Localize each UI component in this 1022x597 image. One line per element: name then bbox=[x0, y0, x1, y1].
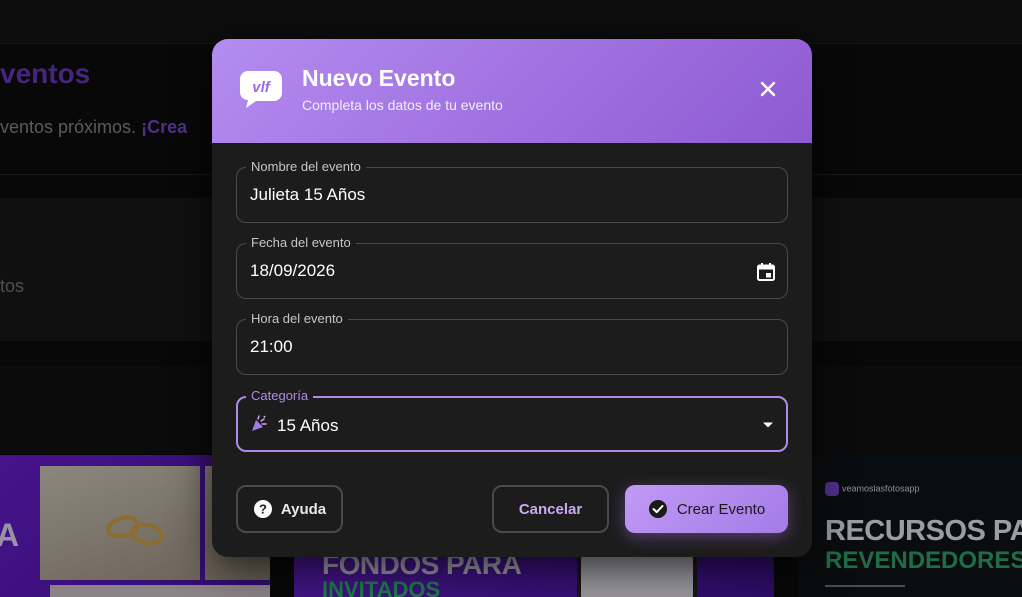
event-date-field[interactable]: Fecha del evento 18/09/2026 bbox=[236, 235, 788, 299]
category-label: Categoría bbox=[246, 388, 314, 404]
help-button-label: Ayuda bbox=[280, 500, 327, 518]
dialog-subtitle: Completa los datos de tu evento bbox=[302, 97, 503, 113]
event-time-field[interactable]: Hora del evento 21:00 bbox=[236, 311, 788, 375]
check-circle-icon bbox=[648, 500, 667, 518]
chevron-down-icon[interactable] bbox=[762, 421, 774, 429]
create-event-button[interactable]: Crear Evento bbox=[625, 485, 788, 533]
close-icon[interactable] bbox=[752, 73, 784, 105]
create-event-button-label: Crear Evento bbox=[676, 500, 766, 518]
event-name-input[interactable]: Julieta 15 Años bbox=[250, 185, 365, 205]
svg-text:vlf: vlf bbox=[252, 79, 272, 96]
event-name-field[interactable]: Nombre del evento Julieta 15 Años bbox=[236, 159, 788, 223]
event-time-input[interactable]: 21:00 bbox=[250, 337, 293, 357]
party-popper-icon bbox=[252, 415, 267, 431]
event-date-input[interactable]: 18/09/2026 bbox=[250, 261, 335, 281]
category-value: 15 Años bbox=[277, 416, 339, 435]
event-name-label: Nombre del evento bbox=[246, 159, 366, 175]
dialog-title: Nuevo Evento bbox=[302, 65, 456, 91]
event-time-label: Hora del evento bbox=[246, 311, 348, 327]
category-select[interactable]: Categoría 15 Años bbox=[236, 388, 788, 452]
new-event-dialog: vlf Nuevo Evento Completa los datos de t… bbox=[212, 39, 812, 557]
help-button[interactable]: ? Ayuda bbox=[236, 485, 343, 533]
event-date-label: Fecha del evento bbox=[246, 235, 356, 251]
calendar-icon[interactable] bbox=[756, 262, 776, 282]
dialog-header: vlf Nuevo Evento Completa los datos de t… bbox=[212, 39, 812, 143]
svg-text:?: ? bbox=[259, 502, 267, 517]
cancel-button[interactable]: Cancelar bbox=[492, 485, 609, 533]
app-logo-icon: vlf bbox=[240, 71, 282, 108]
help-icon: ? bbox=[253, 500, 272, 518]
cancel-button-label: Cancelar bbox=[518, 500, 583, 518]
